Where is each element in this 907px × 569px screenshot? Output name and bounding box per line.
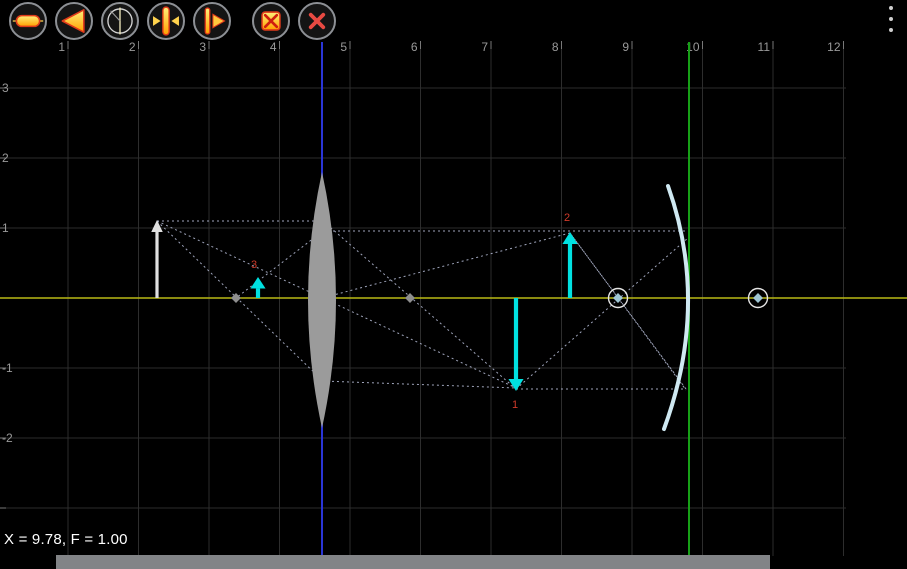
optics-canvas[interactable]: 123456789101112321-1-2123 bbox=[0, 0, 907, 569]
arrow-object-icon bbox=[195, 4, 229, 38]
protractor-icon bbox=[103, 4, 137, 38]
image-number-label: 1 bbox=[512, 399, 518, 411]
x-axis-tick-label: 9 bbox=[622, 40, 629, 54]
x-axis-tick-label: 6 bbox=[411, 40, 418, 54]
x-axis-tick-label: 4 bbox=[270, 40, 277, 54]
prism-icon bbox=[57, 4, 91, 38]
kebab-menu-icon bbox=[889, 28, 893, 32]
convex-lens[interactable] bbox=[308, 172, 336, 428]
image-arrow-head[interactable] bbox=[562, 232, 577, 244]
prism-tool-button[interactable] bbox=[55, 2, 93, 40]
focal-point-handle-diamond[interactable] bbox=[753, 293, 763, 303]
status-readout: X = 9.78, F = 1.00 bbox=[4, 531, 128, 548]
x-axis-tick-label: 8 bbox=[552, 40, 559, 54]
x-axis-tick-label: 2 bbox=[129, 40, 136, 54]
flat-object-tool-button[interactable] bbox=[9, 2, 47, 40]
light-ray bbox=[157, 221, 322, 380]
focal-point-marker[interactable] bbox=[231, 293, 241, 303]
focal-point-marker[interactable] bbox=[405, 293, 415, 303]
flat-object-icon bbox=[11, 4, 45, 38]
concave-mirror[interactable] bbox=[664, 186, 688, 429]
y-axis-tick-label: 2 bbox=[2, 151, 9, 165]
overflow-menu-button[interactable] bbox=[883, 6, 899, 32]
x-axis-tick-label: 11 bbox=[758, 40, 771, 54]
light-ray bbox=[157, 221, 516, 388]
y-axis-tick-label: -1 bbox=[2, 361, 13, 375]
light-ray bbox=[516, 238, 688, 389]
protractor-tool-button[interactable] bbox=[101, 2, 139, 40]
focal-point-handle-diamond[interactable] bbox=[613, 293, 623, 303]
optics-simulator-app: 123456789101112321-1-2123 bbox=[0, 0, 907, 569]
image-number-label: 3 bbox=[251, 259, 257, 271]
light-ray bbox=[570, 233, 686, 389]
lens-icon bbox=[149, 4, 183, 38]
toolbar bbox=[9, 2, 344, 40]
image-arrow-head[interactable] bbox=[250, 277, 265, 289]
kebab-menu-icon bbox=[889, 6, 893, 10]
x-axis-tick-label: 1 bbox=[58, 40, 65, 54]
x-axis-tick-label: 12 bbox=[827, 40, 841, 54]
lens-tool-button[interactable] bbox=[147, 2, 185, 40]
object-arrow-head[interactable] bbox=[151, 220, 163, 232]
blocker-icon bbox=[254, 4, 288, 38]
x-axis-tick-label: 5 bbox=[340, 40, 347, 54]
blocker-tool-button[interactable] bbox=[252, 2, 290, 40]
light-ray bbox=[323, 221, 516, 389]
x-axis-tick-label: 3 bbox=[199, 40, 206, 54]
delete-icon bbox=[300, 4, 334, 38]
delete-tool-button[interactable] bbox=[298, 2, 336, 40]
kebab-menu-icon bbox=[889, 17, 893, 21]
light-ray bbox=[322, 381, 516, 388]
y-axis-tick-label: -2 bbox=[2, 431, 13, 445]
y-axis-tick-label: 1 bbox=[2, 221, 9, 235]
y-axis-tick-label: 3 bbox=[2, 81, 9, 95]
system-navigation-bar[interactable] bbox=[56, 555, 770, 569]
light-ray bbox=[322, 233, 570, 298]
x-axis-tick-label: 7 bbox=[481, 40, 488, 54]
image-number-label: 2 bbox=[564, 212, 570, 224]
arrow-object-tool-button[interactable] bbox=[193, 2, 231, 40]
